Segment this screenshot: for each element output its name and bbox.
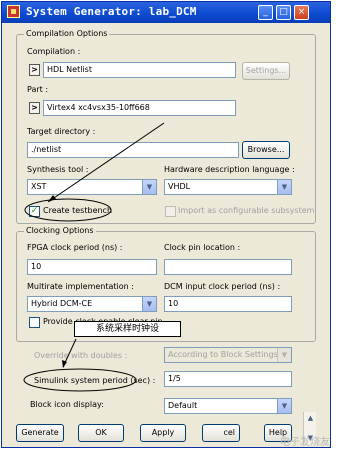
cancel-button[interactable]: cel: [202, 424, 240, 442]
clock-pin-location-input[interactable]: [164, 259, 292, 275]
close-button[interactable]: ×: [294, 5, 309, 20]
synthesis-tool-select[interactable]: XST ▼: [27, 179, 157, 195]
block-icon-select[interactable]: Default ▼: [164, 398, 292, 414]
apply-button[interactable]: Apply: [140, 424, 186, 442]
chevron-down-icon: ▼: [277, 399, 291, 413]
annotation-box: 系统采样时钟设: [74, 321, 181, 337]
import-subsystem-checkbox[interactable]: [165, 206, 176, 217]
create-testbench-checkbox[interactable]: ✓: [29, 206, 40, 217]
hdl-value: VHDL: [168, 182, 191, 191]
fpga-clock-period-label: FPGA clock period (ns) :: [27, 243, 123, 252]
override-doubles-select[interactable]: According to Block Settings ▼: [164, 347, 292, 363]
part-expand-button[interactable]: >: [29, 102, 40, 114]
multirate-value: Hybrid DCM-CE: [31, 299, 93, 308]
hdl-label: Hardware description language :: [164, 165, 295, 174]
block-icon-value: Default: [168, 401, 198, 410]
minimize-button[interactable]: _: [258, 5, 273, 20]
multirate-select[interactable]: Hybrid DCM-CE ▼: [27, 296, 157, 312]
system-generator-window: System Generator: lab_DCM _ □ × Compilat…: [1, 1, 331, 448]
window-title: System Generator: lab_DCM: [26, 5, 197, 18]
settings-button[interactable]: Settings...: [242, 62, 290, 80]
title-bar[interactable]: System Generator: lab_DCM _ □ ×: [2, 2, 330, 23]
watermark: 电子发烧友: [280, 437, 330, 448]
dcm-period-input[interactable]: 10: [164, 296, 292, 312]
part-label: Part :: [27, 85, 49, 94]
chevron-down-icon: ▼: [277, 180, 291, 194]
block-icon-label: Block icon display:: [30, 400, 104, 409]
create-testbench-label: Create testbench: [43, 206, 113, 215]
fpga-clock-period-input[interactable]: 10: [27, 259, 157, 275]
target-directory-label: Target directory :: [27, 127, 96, 136]
compilation-label: Compilation :: [27, 47, 81, 56]
compilation-options-title: Compilation Options: [24, 29, 110, 38]
browse-button[interactable]: Browse...: [242, 141, 290, 159]
generate-button[interactable]: Generate: [16, 424, 64, 442]
compilation-field[interactable]: HDL Netlist: [43, 62, 236, 78]
clocking-options-title: Clocking Options: [24, 226, 96, 235]
override-doubles-label: Override with doubles :: [34, 351, 128, 360]
part-field[interactable]: Virtex4 xc4vsx35-10ff668: [43, 100, 236, 116]
chevron-down-icon: ▼: [142, 297, 156, 311]
target-directory-input[interactable]: ./netlist: [27, 142, 239, 158]
simulink-period-label: Simulink system period (sec) :: [34, 376, 156, 385]
simulink-period-input[interactable]: 1/5: [164, 371, 292, 387]
chevron-down-icon: ▼: [277, 348, 291, 362]
multirate-label: Multirate implementation :: [27, 282, 134, 291]
synthesis-tool-value: XST: [31, 182, 47, 191]
chevron-down-icon: ▼: [142, 180, 156, 194]
override-doubles-value: According to Block Settings: [168, 350, 278, 359]
dcm-period-label: DCM input clock period (ns) :: [164, 282, 281, 291]
compilation-expand-button[interactable]: >: [29, 64, 40, 76]
synthesis-tool-label: Synthesis tool :: [27, 165, 89, 174]
scroll-up-icon[interactable]: ▲: [306, 414, 315, 422]
clock-pin-location-label: Clock pin location :: [164, 243, 241, 252]
hdl-select[interactable]: VHDL ▼: [164, 179, 292, 195]
clear-pin-checkbox[interactable]: [29, 317, 40, 328]
app-icon: [7, 5, 20, 18]
ok-button[interactable]: OK: [78, 424, 124, 442]
import-subsystem-label: Import as configurable subsystem: [178, 206, 315, 215]
maximize-button[interactable]: □: [276, 5, 291, 20]
